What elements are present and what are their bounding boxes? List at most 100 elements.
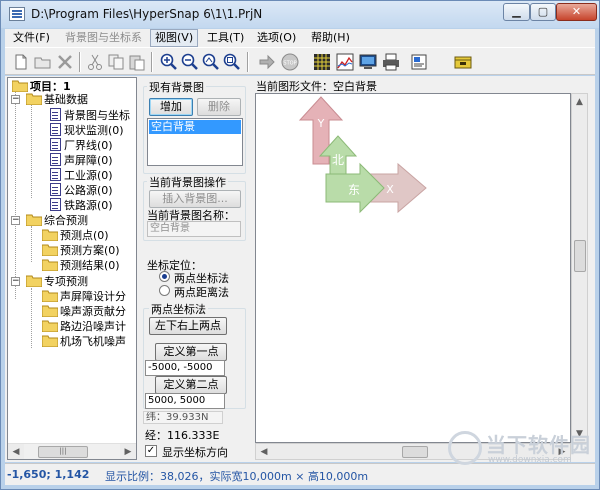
open-folder-icon[interactable] (33, 52, 53, 72)
add-background-button[interactable]: 增加 (149, 98, 193, 116)
tree-item[interactable]: 机场飞机噪声 (41, 335, 126, 349)
tree-item-label: 厂界线(0) (64, 139, 113, 152)
maximize-button[interactable]: ▢ (530, 3, 556, 21)
tree-root[interactable]: 项目：1 (11, 80, 71, 94)
folder-icon (41, 335, 59, 348)
latitude-field: 纬：39.933N (143, 411, 223, 424)
tree-group-basic[interactable]: 基础数据 (25, 93, 88, 107)
project-tree[interactable]: 项目：1 − 基础数据 背景图与坐标 现状监测(0) 厂界线(0) 声屏障(0)… (7, 77, 137, 460)
tree-item[interactable]: 声屏障设计分 (41, 290, 126, 304)
close-button[interactable]: ✕ (556, 3, 597, 21)
lower-left-upper-right-button[interactable]: 左下右上两点 (149, 317, 227, 335)
tree-group-special[interactable]: 专项预测 (25, 275, 88, 289)
tree-item[interactable]: 现状监测(0) (50, 123, 124, 137)
menu-options[interactable]: 选项(O) (253, 29, 300, 47)
zoom-in-icon[interactable] (159, 52, 179, 72)
monitor-icon[interactable] (358, 52, 378, 72)
drawing-canvas[interactable]: Y X 北 东 (255, 93, 571, 443)
show-direction-checkbox[interactable]: ✓ (145, 445, 157, 457)
define-second-point-button[interactable]: 定义第二点 (155, 376, 227, 394)
cut-icon[interactable] (85, 52, 105, 72)
tree-item-label: 公路源(0) (64, 184, 113, 197)
zoom-all-icon[interactable] (222, 52, 242, 72)
scroll-thumb[interactable] (402, 446, 428, 458)
tree-item[interactable]: 公路源(0) (50, 183, 113, 197)
background-name-field[interactable]: 空白背景 (147, 221, 241, 237)
canvas-vertical-scrollbar[interactable]: ▲ ▼ (571, 93, 588, 443)
toolbar-separator (151, 52, 153, 72)
menu-file[interactable]: 文件(F) (9, 29, 54, 47)
tree-item[interactable]: 路边沿噪声计 (41, 320, 126, 334)
scroll-right-icon[interactable]: ▶ (120, 444, 136, 459)
chart-icon[interactable] (335, 52, 355, 72)
collapse-toggle[interactable]: − (11, 95, 20, 104)
tree-item[interactable]: 声屏障(0) (50, 153, 113, 167)
background-list-item[interactable]: 空白背景 (149, 120, 241, 134)
svg-text:STOP: STOP (283, 61, 296, 67)
watermark-url: www.downxia.com (488, 455, 572, 465)
window-title: D:\Program Files\HyperSnap 6\1\1.PrjN (31, 7, 263, 21)
document-icon (50, 108, 61, 121)
folder-icon (41, 305, 59, 318)
define-first-point-button[interactable]: 定义第一点 (155, 343, 227, 361)
new-file-icon[interactable] (11, 52, 31, 72)
two-point-radio[interactable] (159, 271, 170, 282)
tree-root-label: 项目：1 (30, 80, 71, 93)
settings-icon[interactable] (409, 52, 429, 72)
two-distance-radio[interactable] (159, 285, 170, 296)
tree-item-label: 工业源(0) (64, 169, 113, 182)
second-point-field[interactable]: 5000, 5000 (145, 393, 225, 409)
watermark-circle-icon (448, 431, 482, 465)
tree-item[interactable]: 噪声源贡献分 (41, 305, 126, 319)
tree-item-label: 铁路源(0) (64, 199, 113, 212)
scroll-left-icon[interactable]: ◀ (256, 444, 272, 459)
minimize-button[interactable]: ▁ (503, 3, 530, 21)
paste-icon[interactable] (127, 52, 147, 72)
collapse-toggle[interactable]: − (11, 216, 20, 225)
tree-item[interactable]: 预测方案(0) (41, 244, 120, 258)
remove-background-button[interactable]: 删除 (197, 98, 241, 116)
first-point-field[interactable]: -5000, -5000 (145, 360, 225, 376)
insert-background-button[interactable]: 插入背景图... (149, 190, 241, 208)
menu-background-coords[interactable]: 背景图与坐标系 (61, 29, 146, 47)
tree-item[interactable]: 工业源(0) (50, 168, 113, 182)
tree-item[interactable]: 铁路源(0) (50, 198, 113, 212)
menu-help[interactable]: 帮助(H) (307, 29, 354, 47)
tree-item-label: 噪声源贡献分 (60, 305, 126, 318)
menu-tools[interactable]: 工具(T) (203, 29, 248, 47)
show-direction-label: 显示坐标方向 (162, 446, 228, 459)
folder-icon (25, 214, 43, 227)
menu-view[interactable]: 视图(V) (150, 29, 199, 47)
tree-group-label: 基础数据 (44, 93, 88, 106)
grid-icon[interactable] (312, 52, 332, 72)
scroll-thumb[interactable] (574, 240, 586, 272)
scroll-left-icon[interactable]: ◀ (8, 444, 24, 459)
stop-icon[interactable]: STOP (280, 52, 300, 72)
tree-item[interactable]: 预测点(0) (41, 229, 109, 243)
copy-icon[interactable] (106, 52, 126, 72)
background-panel: 现有背景图 增加 删除 空白背景 当前背景图操作 插入背景图... 当前背景图名… (141, 77, 248, 460)
folder-icon (25, 93, 43, 106)
tree-item[interactable]: 预测结果(0) (41, 259, 120, 273)
document-icon (50, 198, 61, 211)
tree-horizontal-scrollbar[interactable]: ◀ ||| ▶ (8, 443, 136, 459)
current-file-label: 当前图形文件：空白背景 (256, 80, 377, 93)
toolbar-separator (247, 52, 249, 72)
arrow-right-icon[interactable] (257, 52, 277, 72)
help-book-icon[interactable] (453, 52, 473, 72)
east-label: 东 (348, 183, 360, 197)
scroll-up-icon[interactable]: ▲ (572, 94, 587, 110)
background-list[interactable]: 空白背景 (147, 118, 243, 166)
tree-item[interactable]: 厂界线(0) (50, 138, 113, 152)
tree-item[interactable]: 背景图与坐标 (50, 108, 130, 122)
document-icon (50, 183, 61, 196)
print-icon[interactable] (381, 52, 401, 72)
scroll-thumb[interactable]: ||| (38, 446, 88, 458)
collapse-toggle[interactable]: − (11, 277, 20, 286)
delete-icon[interactable] (55, 52, 75, 72)
zoom-fit-icon[interactable] (201, 52, 221, 72)
folder-icon (11, 80, 29, 93)
zoom-out-icon[interactable] (180, 52, 200, 72)
tree-group-forecast[interactable]: 综合预测 (25, 214, 88, 228)
coordinate-axes-diagram: Y X 北 东 (298, 96, 427, 214)
